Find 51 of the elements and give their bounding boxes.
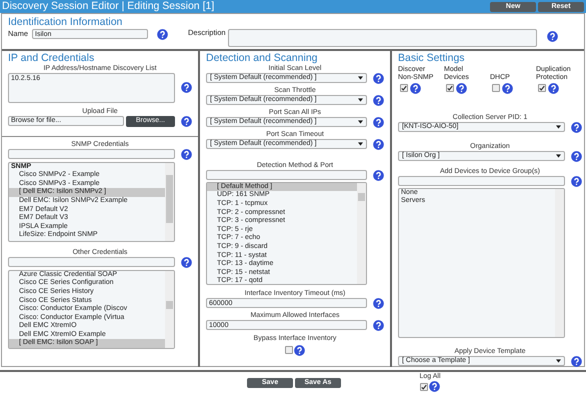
caret-icon — [358, 142, 363, 146]
help-icon[interactable] — [571, 122, 582, 133]
help-icon[interactable] — [571, 176, 582, 187]
help-icon[interactable] — [373, 94, 384, 106]
help-icon[interactable] — [157, 28, 168, 40]
section-title: IP and Credentials — [8, 53, 96, 64]
help-icon[interactable] — [571, 356, 582, 367]
help-icon[interactable] — [294, 344, 306, 356]
help-icon[interactable] — [456, 82, 467, 94]
help-icon[interactable] — [373, 116, 384, 128]
section-title: Basic Settings — [398, 53, 466, 65]
help-icon[interactable] — [373, 170, 384, 181]
window-title: Discovery Session Editor | Editing Session [1] — [2, 0, 214, 13]
help-icon[interactable] — [181, 148, 192, 160]
help-icon[interactable] — [502, 82, 513, 94]
caret-icon — [358, 120, 363, 124]
help-icon[interactable] — [547, 30, 558, 42]
help-icon[interactable] — [429, 381, 440, 392]
help-icon[interactable] — [181, 82, 192, 94]
section-title: Detection and Scanning — [206, 53, 318, 64]
checkbox[interactable] — [420, 382, 428, 391]
input-field[interactable] — [8, 149, 175, 160]
checkbox[interactable] — [492, 84, 500, 92]
section-title: Identification Information — [8, 17, 124, 29]
help-icon[interactable] — [410, 82, 421, 94]
input-field[interactable] — [206, 170, 367, 180]
help-icon[interactable] — [373, 138, 384, 150]
caret-icon — [358, 98, 363, 102]
help-icon[interactable] — [181, 256, 192, 268]
checkbox[interactable] — [284, 346, 293, 354]
scrollbar[interactable] — [165, 270, 174, 348]
checkbox[interactable] — [538, 84, 546, 92]
caret-icon — [556, 154, 561, 158]
scrollbar[interactable] — [165, 162, 174, 241]
checkbox[interactable] — [400, 84, 408, 92]
list-box[interactable] — [8, 270, 175, 349]
scrollbar[interactable] — [357, 182, 366, 284]
help-icon[interactable] — [373, 298, 384, 309]
help-icon[interactable] — [548, 82, 559, 94]
help-icon[interactable] — [571, 150, 582, 162]
scrollbar[interactable] — [555, 188, 564, 337]
help-icon[interactable] — [373, 320, 384, 331]
input-field[interactable] — [398, 176, 565, 186]
caret-icon — [556, 359, 561, 364]
checkbox[interactable] — [446, 84, 454, 92]
input-field[interactable] — [8, 257, 175, 268]
help-icon[interactable] — [181, 116, 192, 127]
list-box[interactable] — [206, 182, 367, 285]
caret-icon — [556, 125, 561, 130]
caret-icon — [358, 76, 363, 80]
help-icon[interactable] — [373, 72, 384, 84]
